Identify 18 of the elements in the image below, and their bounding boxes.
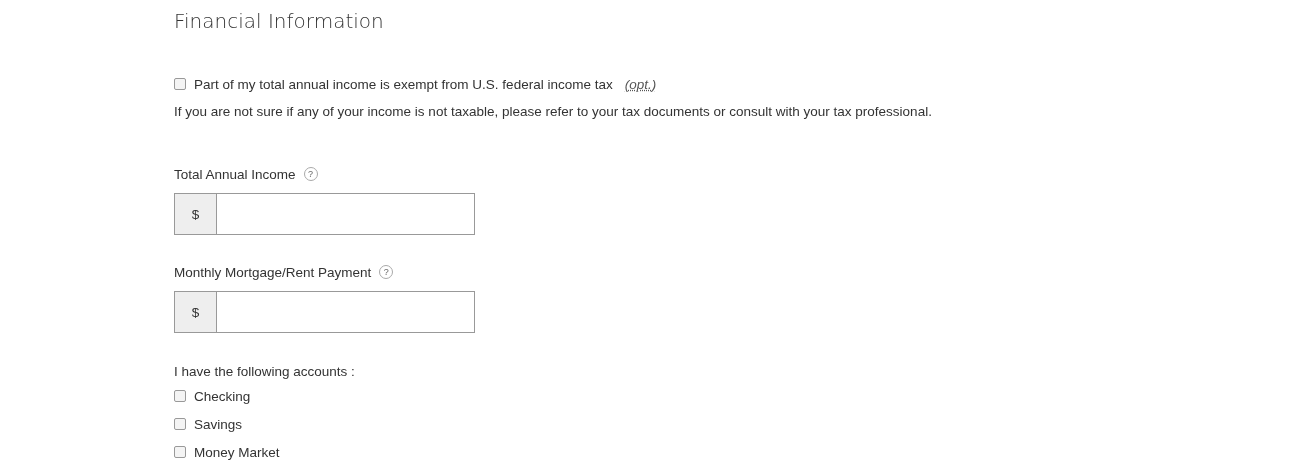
checkbox-label: Money Market — [194, 444, 280, 460]
field-label: Monthly Mortgage/Rent Payment — [174, 264, 372, 280]
checkbox-label: Part of my total annual income is exempt from U.S. federal income tax — [194, 76, 613, 92]
checkbox[interactable] — [174, 390, 186, 402]
checkbox-label: Checking — [194, 388, 251, 404]
currency-input-field[interactable]: $ — [174, 193, 475, 235]
field-label: Total Annual Income — [174, 166, 296, 182]
currency-input-field[interactable]: $ — [174, 291, 475, 333]
section-heading: Financial Information — [174, 8, 385, 35]
currency-prefix: $ — [175, 292, 217, 332]
help-text: If you are not sure if any of your income is not taxable, please refer to your tax documents or consult with your tax professional. — [174, 103, 933, 121]
checkbox[interactable] — [174, 418, 186, 430]
checkbox[interactable] — [174, 78, 186, 90]
optional-tag: (opt.) — [624, 76, 657, 92]
currency-prefix: $ — [175, 194, 217, 234]
checkbox[interactable] — [174, 446, 186, 458]
accounts-label: I have the following accounts : — [174, 363, 355, 379]
checkbox-label: Savings — [194, 416, 243, 432]
